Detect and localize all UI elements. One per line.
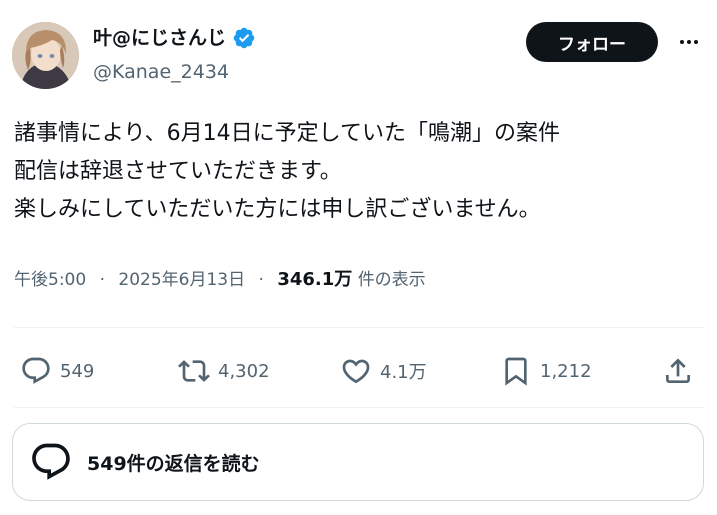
tweet-text-line: 楽しみにしていただいた方には申し訳ございません。 bbox=[14, 197, 541, 222]
meta-separator: · bbox=[99, 270, 105, 290]
tweet-text-line: 配信は辞退させていただきます。 bbox=[14, 159, 342, 184]
like-button[interactable]: 4.1万 bbox=[340, 348, 427, 394]
retweet-icon bbox=[178, 360, 210, 382]
follow-button[interactable]: フォロー bbox=[526, 22, 658, 62]
tweet-header: 叶@にじさんじ @Kanae_2434 フォロー bbox=[0, 0, 717, 100]
bookmark-count: 1,212 bbox=[540, 360, 592, 382]
tweet-time[interactable]: 午後5:00 bbox=[14, 270, 86, 290]
reply-button[interactable]: 549 bbox=[20, 348, 94, 394]
action-bar: 549 4,302 4.1万 1,212 bbox=[0, 348, 717, 394]
reply-count: 549 bbox=[60, 360, 95, 382]
meta-separator: · bbox=[258, 270, 264, 290]
retweet-button[interactable]: 4,302 bbox=[178, 348, 270, 394]
divider bbox=[14, 407, 704, 408]
user-handle[interactable]: @Kanae_2434 bbox=[93, 58, 229, 86]
reply-bubble-icon bbox=[32, 443, 70, 480]
heart-icon bbox=[342, 359, 370, 384]
bookmark-button[interactable]: 1,212 bbox=[500, 348, 592, 394]
bookmark-icon bbox=[505, 357, 527, 386]
verified-badge-icon bbox=[233, 27, 255, 49]
reply-icon bbox=[22, 357, 50, 384]
retweet-count: 4,302 bbox=[218, 360, 270, 382]
tweet-date[interactable]: 2025年6月13日 bbox=[118, 270, 245, 290]
more-dots-icon bbox=[680, 40, 698, 44]
display-name[interactable]: 叶@にじさんじ bbox=[93, 24, 226, 52]
display-name-row[interactable]: 叶@にじさんじ bbox=[93, 24, 256, 52]
share-button[interactable] bbox=[662, 348, 694, 394]
share-icon bbox=[666, 358, 690, 383]
more-options-button[interactable] bbox=[672, 27, 706, 57]
like-count: 4.1万 bbox=[380, 362, 427, 383]
read-replies-label: 549件の返信を読む bbox=[87, 452, 260, 475]
avatar[interactable] bbox=[12, 22, 79, 89]
divider bbox=[14, 327, 704, 328]
views-label: 件の表示 bbox=[357, 270, 426, 290]
read-replies-button[interactable]: 549件の返信を読む bbox=[12, 423, 704, 501]
views-count[interactable]: 346.1万 bbox=[277, 269, 352, 290]
tweet-text-line: 諸事情により、6月14日に予定していた「鳴潮」の案件 bbox=[14, 121, 561, 146]
avatar-illustration bbox=[12, 22, 79, 89]
tweet-meta: 午後5:00 · 2025年6月13日 · 346.1万 件の表示 bbox=[14, 266, 426, 294]
tweet-text: 諸事情により、6月14日に予定していた「鳴潮」の案件 配信は辞退させていただきま… bbox=[14, 115, 704, 229]
